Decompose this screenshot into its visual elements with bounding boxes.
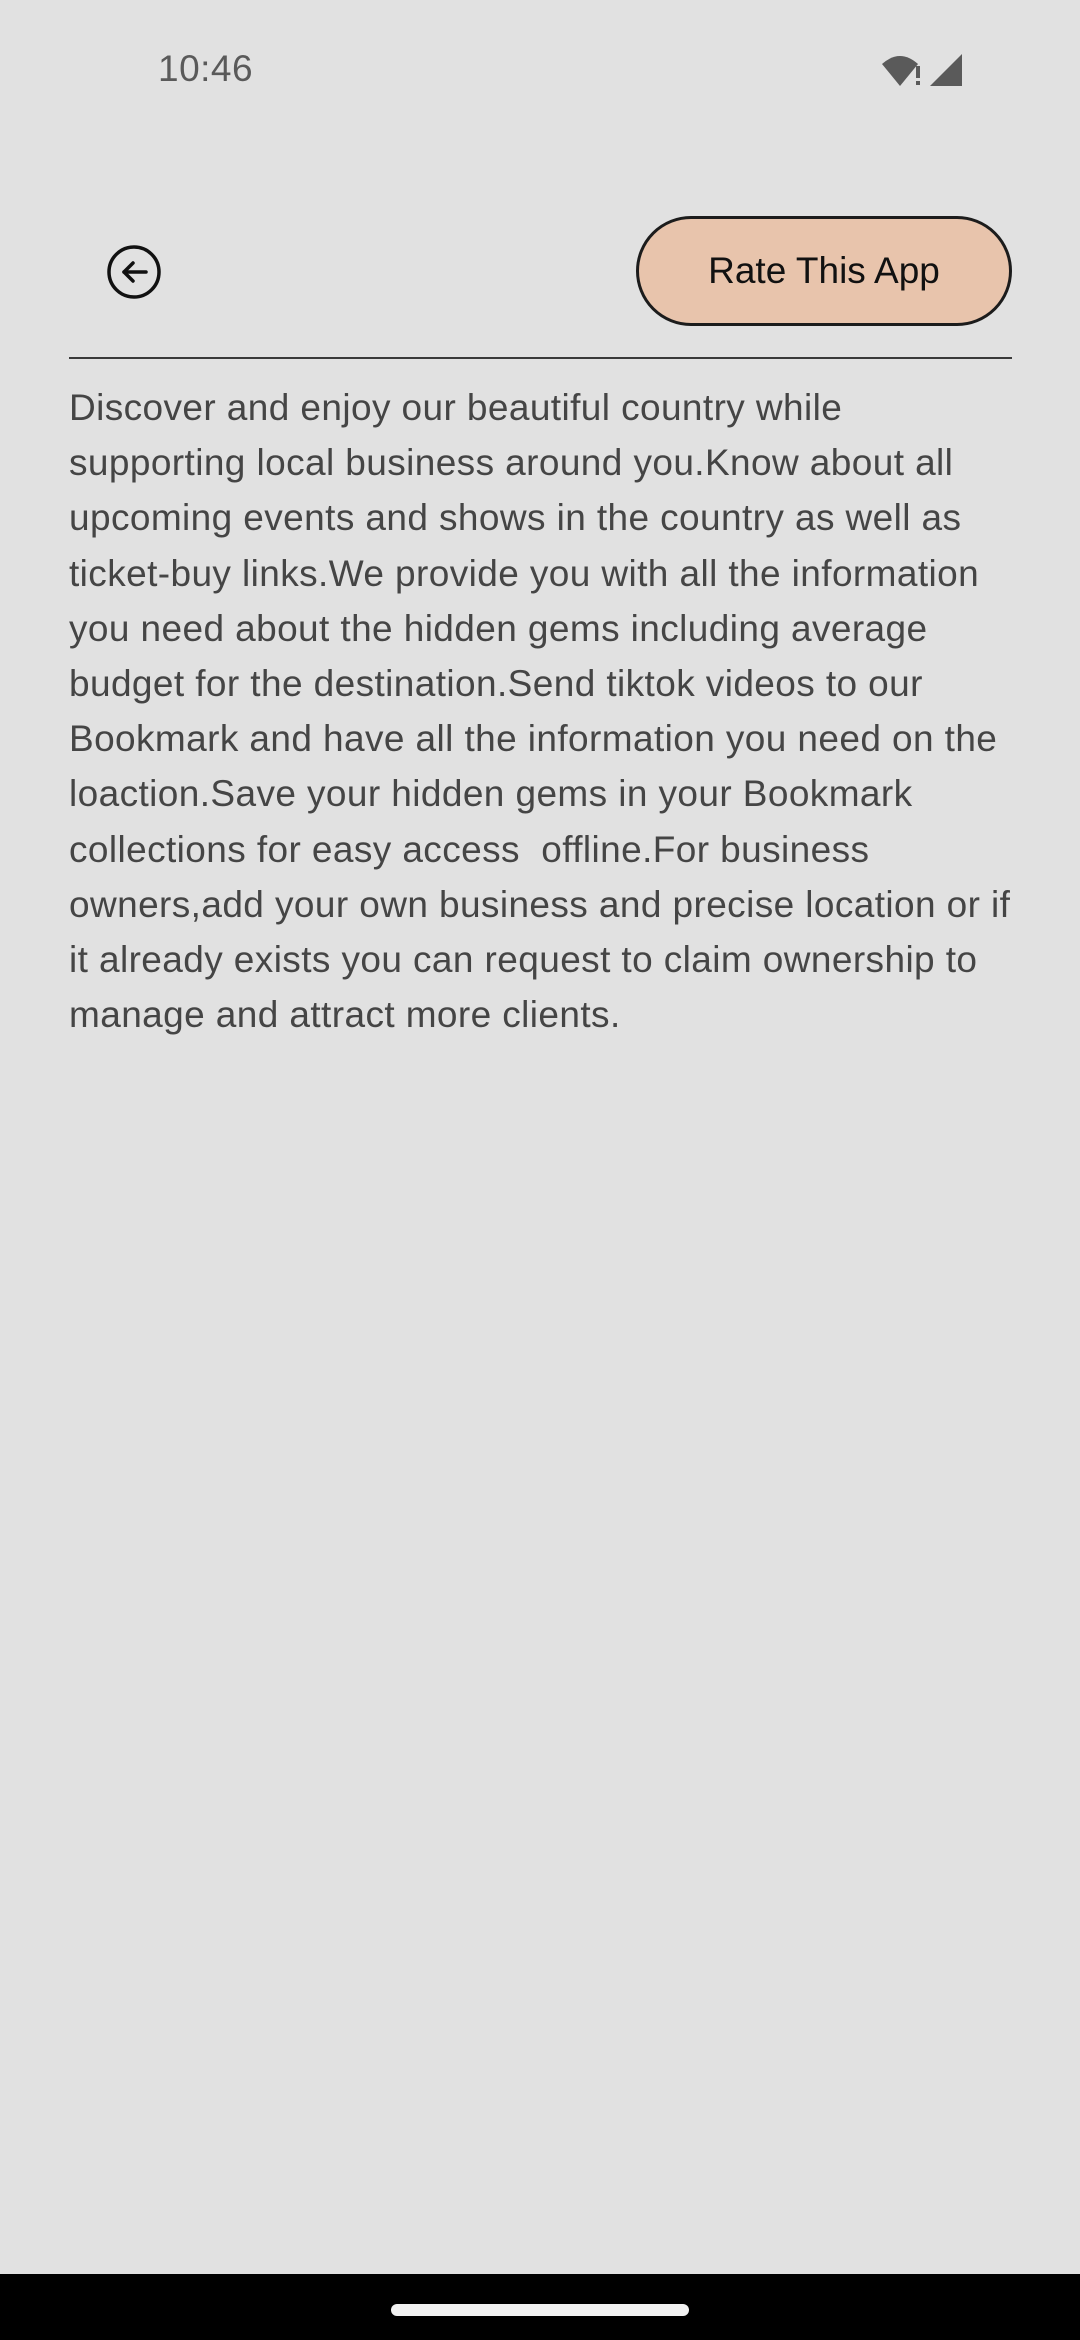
rate-this-app-button[interactable]: Rate This App <box>636 216 1012 326</box>
navigation-bar <box>0 2274 1080 2340</box>
cellular-signal-icon <box>928 52 964 93</box>
status-bar: 10:46 <box>0 0 1080 140</box>
app-description: Discover and enjoy our beautiful country… <box>69 387 1022 1036</box>
wifi-alert-icon <box>880 52 924 93</box>
arrow-left-circle-icon <box>106 244 162 305</box>
status-icons <box>880 52 964 93</box>
header-divider <box>69 357 1012 359</box>
header: Rate This App <box>0 210 1080 330</box>
about-screen: 10:46 Rate This App Discover and enjoy o… <box>0 0 1080 2340</box>
back-button[interactable] <box>106 244 162 305</box>
status-time: 10:46 <box>158 48 254 89</box>
home-indicator[interactable] <box>391 2304 689 2316</box>
